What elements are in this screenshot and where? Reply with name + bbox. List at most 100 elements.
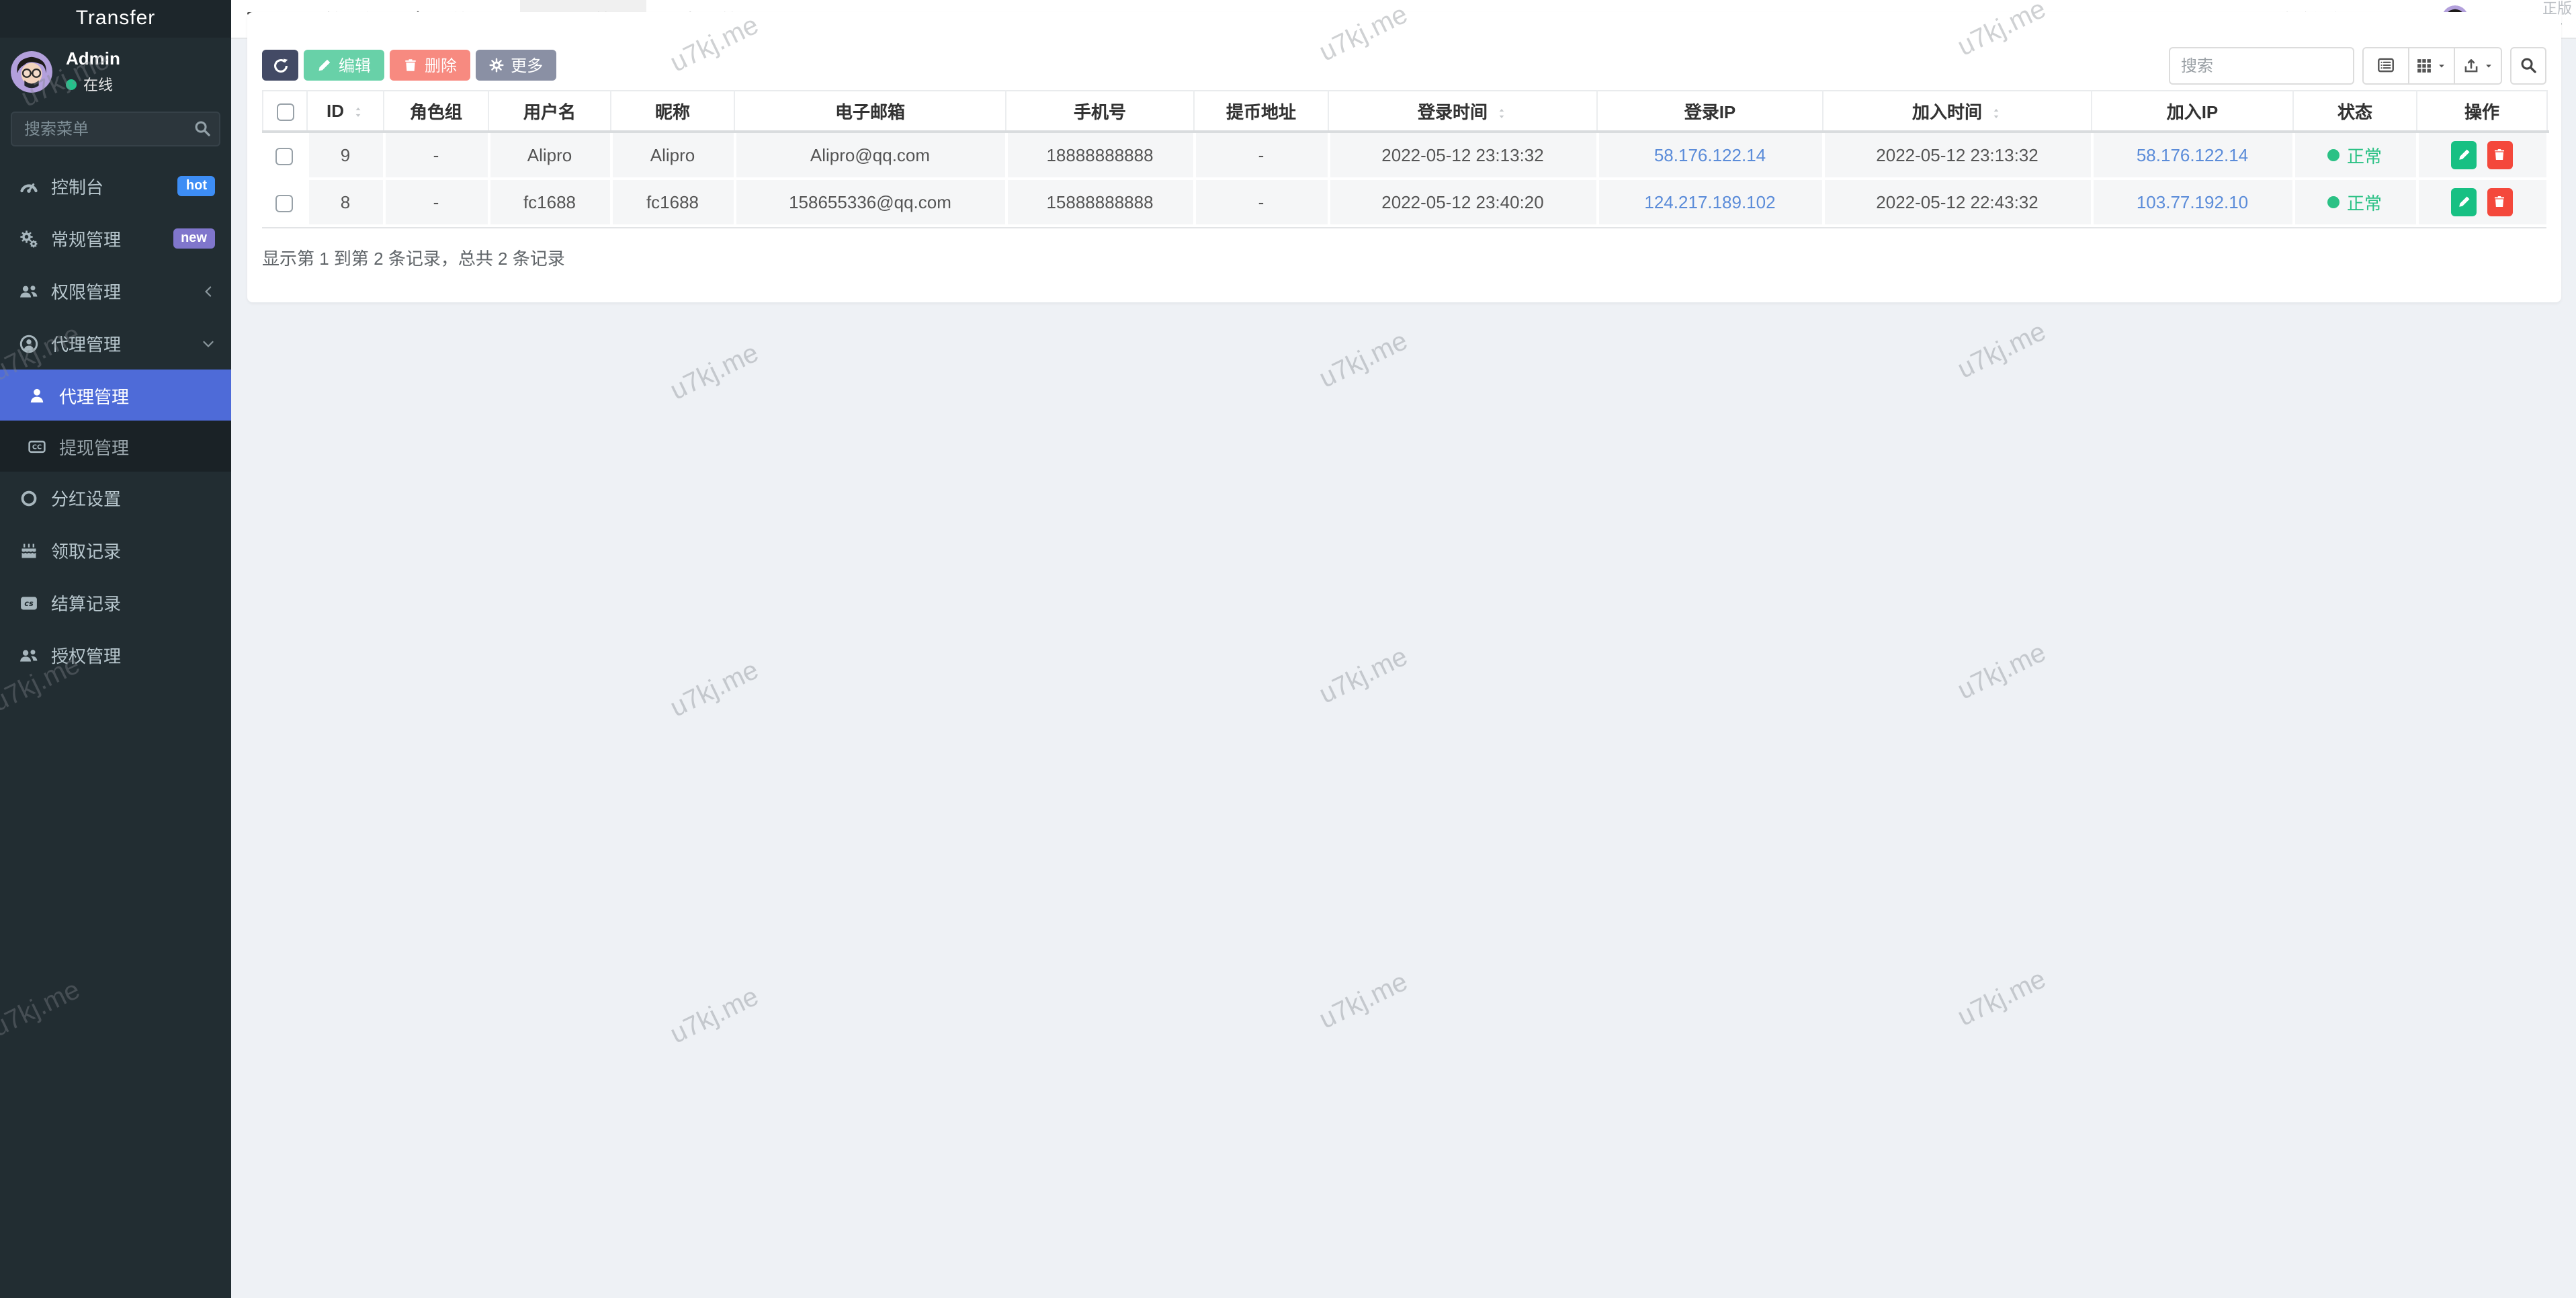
row-select-cell [263, 131, 307, 178]
sidebar-item-agent[interactable]: 代理管理 [0, 317, 231, 370]
sidebar-item-dashboard[interactable]: 控制台 hot [0, 160, 231, 212]
cell-id: 8 [307, 178, 384, 225]
row-edit-button[interactable] [2451, 140, 2477, 169]
select-all-header [263, 91, 307, 131]
cell-join-ip: 58.176.122.14 [2092, 131, 2293, 178]
gear-icon [489, 58, 504, 73]
sidebar-item-license[interactable]: 授权管理 [0, 629, 231, 681]
table-search-input[interactable] [2169, 46, 2354, 84]
main-area: 控制台 系统配置 代理管理 提现管理 主页 [231, 0, 2576, 1298]
col-id[interactable]: ID [307, 91, 384, 131]
chevron-left-icon [202, 284, 215, 298]
cell-username: Alipro [488, 131, 611, 178]
sidebar-item-settle-records[interactable]: 结算记录 [0, 576, 231, 629]
detail-view-button[interactable] [2364, 48, 2409, 83]
export-icon [2462, 57, 2479, 73]
cell-group: - [384, 131, 488, 178]
user-name: Admin [66, 48, 120, 69]
cell-login-ip: 124.217.189.102 [1597, 178, 1823, 225]
export-button[interactable] [2455, 48, 2501, 83]
cell-nickname: fc1688 [611, 178, 734, 225]
caret-down-icon [2483, 60, 2493, 71]
columns-button[interactable] [2409, 48, 2455, 83]
sidebar-item-general[interactable]: 常规管理 new [0, 212, 231, 265]
table-toolbar: 编辑 删除 更多 [262, 46, 2546, 85]
user-status: 在线 [66, 74, 120, 95]
sort-icon[interactable] [1496, 106, 1508, 121]
row-delete-button[interactable] [2487, 187, 2513, 216]
more-button[interactable]: 更多 [476, 50, 556, 81]
gears-icon [19, 229, 39, 248]
sort-icon[interactable] [352, 105, 364, 120]
row-delete-button[interactable] [2487, 140, 2513, 169]
toolbar-right [2169, 46, 2546, 84]
caret-down-icon [2436, 60, 2447, 71]
col-username: 用户名 [488, 91, 611, 131]
cell-username: fc1688 [488, 178, 611, 225]
user-panel: Admin 在线 [0, 38, 231, 103]
sidebar-item-dividend[interactable]: 分红设置 [0, 472, 231, 524]
hot-badge: hot [178, 176, 215, 196]
sidebar-subitem-withdraw-manage[interactable]: 提现管理 [0, 421, 231, 472]
pencil-icon [317, 58, 332, 73]
col-actions: 操作 [2417, 91, 2547, 131]
user-icon [27, 386, 47, 404]
data-table: ID 角色组 用户名 昵称 电子邮箱 手机号 提币地址 登录时间 登录IP 加入… [262, 90, 2548, 226]
cell-actions [2417, 131, 2547, 178]
grid-icon [2416, 57, 2432, 73]
col-group: 角色组 [384, 91, 488, 131]
ip-link[interactable]: 103.77.192.10 [2137, 191, 2248, 212]
select-all-checkbox[interactable] [276, 103, 294, 121]
sort-icon[interactable] [1990, 106, 2002, 121]
col-login-ip: 登录IP [1597, 91, 1823, 131]
cc-icon [27, 437, 47, 455]
refresh-icon [272, 57, 288, 73]
cell-address: - [1194, 178, 1328, 225]
edit-button[interactable]: 编辑 [304, 50, 384, 81]
sidebar-item-auth[interactable]: 权限管理 [0, 265, 231, 317]
list-alt-icon [2377, 56, 2395, 74]
sidebar: Transfer Admin 在线 控制台 hot 常规管理 new [0, 0, 231, 1298]
search-button[interactable] [2510, 46, 2546, 84]
col-phone: 手机号 [1006, 91, 1194, 131]
pencil-icon [2457, 195, 2471, 208]
ip-link[interactable]: 58.176.122.14 [2137, 144, 2248, 165]
header-row: ID 角色组 用户名 昵称 电子邮箱 手机号 提币地址 登录时间 登录IP 加入… [263, 91, 2547, 131]
col-join-time[interactable]: 加入时间 [1823, 91, 2092, 131]
refresh-button[interactable] [262, 50, 298, 81]
app-logo: Transfer [0, 0, 231, 38]
cell-login-ip: 58.176.122.14 [1597, 131, 1823, 178]
dashboard-icon [19, 177, 39, 196]
chevron-down-icon [202, 337, 215, 350]
cell-email: Alipro@qq.com [734, 131, 1006, 178]
trash-icon [403, 58, 418, 73]
content-panel: 编辑 删除 更多 [247, 12, 2561, 302]
online-dot-icon [66, 79, 77, 90]
status-dot-icon [2328, 148, 2340, 161]
row-checkbox[interactable] [275, 147, 293, 165]
col-login-time[interactable]: 登录时间 [1328, 91, 1597, 131]
menu-search [11, 112, 220, 146]
cell-login-time: 2022-05-12 23:40:20 [1328, 178, 1597, 225]
cell-join-time: 2022-05-12 22:43:32 [1823, 178, 2092, 225]
data-table-wrap: ID 角色组 用户名 昵称 电子邮箱 手机号 提币地址 登录时间 登录IP 加入… [262, 90, 2546, 228]
pencil-icon [2457, 148, 2471, 161]
cell-status: 正常 [2293, 178, 2417, 225]
cs-icon [19, 593, 39, 612]
sidebar-subitem-agent-manage[interactable]: 代理管理 [0, 370, 231, 421]
cell-actions [2417, 178, 2547, 225]
cell-login-time: 2022-05-12 23:13:32 [1328, 131, 1597, 178]
ip-link[interactable]: 58.176.122.14 [1654, 144, 1766, 165]
cell-join-ip: 103.77.192.10 [2092, 178, 2293, 225]
row-checkbox[interactable] [275, 194, 293, 212]
view-button-group [2362, 46, 2502, 84]
sidebar-item-claim-records[interactable]: 领取记录 [0, 524, 231, 576]
row-edit-button[interactable] [2451, 187, 2477, 216]
cell-address: - [1194, 131, 1328, 178]
sidebar-menu-lower: 分红设置 领取记录 结算记录 授权管理 [0, 472, 231, 681]
ip-link[interactable]: 124.217.189.102 [1644, 191, 1775, 212]
menu-search-input[interactable] [11, 112, 220, 146]
cell-group: - [384, 178, 488, 225]
delete-button[interactable]: 删除 [390, 50, 470, 81]
col-email: 电子邮箱 [734, 91, 1006, 131]
